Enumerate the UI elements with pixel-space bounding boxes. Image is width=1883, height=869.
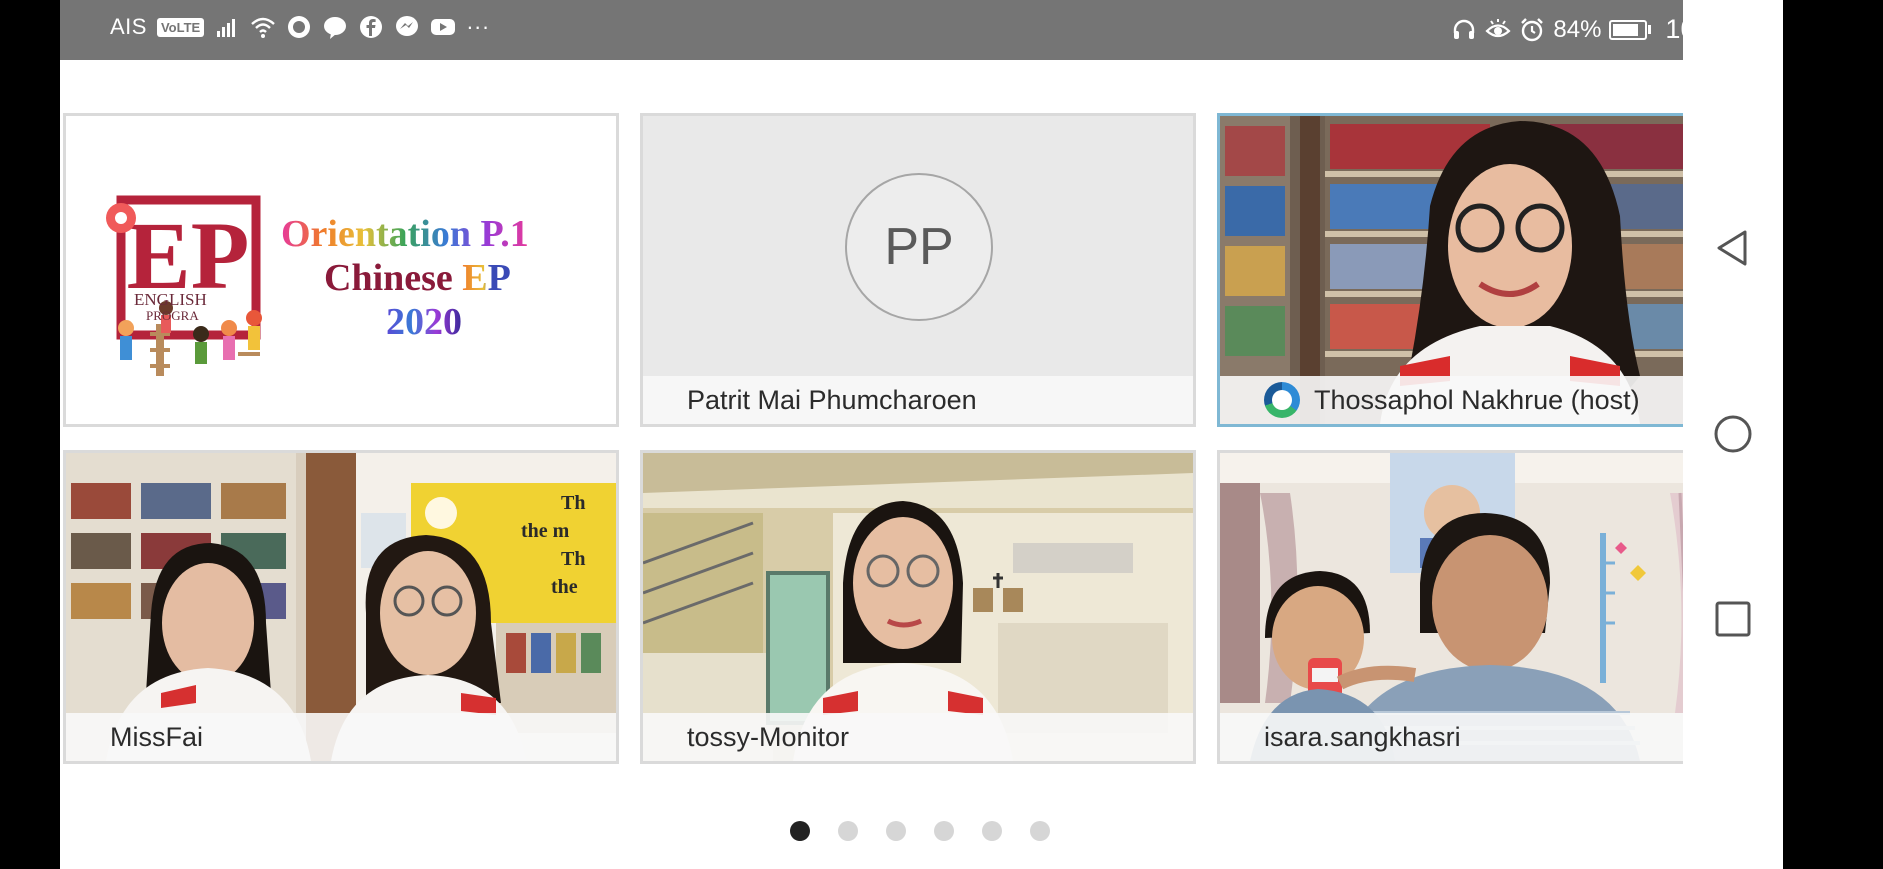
- participant-name: Thossaphol Nakhrue (host): [1314, 384, 1640, 415]
- slide-title-ep: EP: [462, 257, 511, 299]
- back-button[interactable]: [1711, 226, 1755, 270]
- slide-title-chinese: Chinese: [324, 257, 463, 299]
- headset-icon: [1451, 17, 1477, 43]
- page-dot-4[interactable]: [934, 821, 954, 841]
- messenger-icon: [394, 14, 420, 40]
- wifi-icon: [250, 14, 276, 40]
- youtube-icon: [430, 14, 456, 40]
- shared-slide: EP ENGLISH PROGRA Orientation P.1 Chines…: [66, 116, 616, 424]
- participant-name: tossy-Monitor: [687, 721, 850, 752]
- facebook-icon: [358, 14, 384, 40]
- eye-comfort-icon: [1485, 17, 1511, 43]
- slide-title-year: 2020: [386, 301, 462, 343]
- home-circle-icon: [1714, 415, 1752, 453]
- wall-poster-text: Th: [561, 492, 586, 514]
- participant-tile-tossy-monitor[interactable]: tossy-Monitor: [640, 450, 1196, 764]
- participant-tile-missfai[interactable]: Th the m Th the MissFai: [63, 450, 619, 764]
- slide-title-line2: Chinese EP: [324, 256, 511, 300]
- logo-text-bottom: PROGRA: [146, 308, 199, 323]
- participant-name: Patrit Mai Phumcharoen: [687, 384, 977, 415]
- volte-badge: VoLTE: [156, 17, 205, 37]
- page-dot-5[interactable]: [982, 821, 1002, 841]
- participant-namebar: Patrit Mai Phumcharoen: [643, 376, 1193, 424]
- page-dot-1[interactable]: [790, 821, 810, 841]
- participant-avatar: PP: [845, 173, 993, 321]
- battery-percent: 84%: [1553, 15, 1602, 43]
- recents-button[interactable]: [1711, 597, 1755, 641]
- page-dot-2[interactable]: [838, 821, 858, 841]
- host-badge-icon: [1264, 382, 1300, 418]
- logo-text-top: ENGLISH: [134, 290, 207, 309]
- participant-namebar: MissFai: [66, 713, 616, 761]
- signal-icon: [214, 14, 240, 40]
- meeting-screen: AIS VoLTE ··· 84% EP ENGLISH PROGRA Orie…: [60, 0, 1783, 869]
- carrier-label: AIS: [110, 14, 147, 39]
- participant-namebar: tossy-Monitor: [643, 713, 1193, 761]
- recents-square-icon: [1715, 601, 1751, 637]
- status-bar: AIS VoLTE ··· 84%: [60, 0, 1783, 60]
- more-notifications-icon: ···: [466, 14, 490, 39]
- participant-name: isara.sangkhasri: [1264, 721, 1461, 752]
- status-left: AIS VoLTE ···: [110, 14, 490, 40]
- wall-poster-text-4: the: [551, 576, 578, 598]
- participant-name: MissFai: [110, 721, 203, 752]
- page-dot-3[interactable]: [886, 821, 906, 841]
- battery-icon: [1609, 19, 1652, 40]
- android-nav-bar: [1683, 0, 1783, 869]
- wall-poster-text-2: the m: [521, 520, 570, 542]
- wall-poster-text-3: Th: [561, 548, 586, 570]
- page-dot-6[interactable]: [1030, 821, 1050, 841]
- slide-title-line1: Orientation P.1: [281, 213, 529, 255]
- page-indicator[interactable]: [790, 821, 1050, 841]
- alarm-icon: [1519, 17, 1545, 43]
- participant-tile-patrit[interactable]: PP Patrit Mai Phumcharoen: [640, 113, 1196, 427]
- participant-tile-shared-content[interactable]: EP ENGLISH PROGRA Orientation P.1 Chines…: [63, 113, 619, 427]
- home-button[interactable]: [1711, 412, 1755, 456]
- line-app-icon: [322, 14, 348, 40]
- back-triangle-icon: [1717, 230, 1747, 266]
- sync-app-icon: [286, 14, 312, 40]
